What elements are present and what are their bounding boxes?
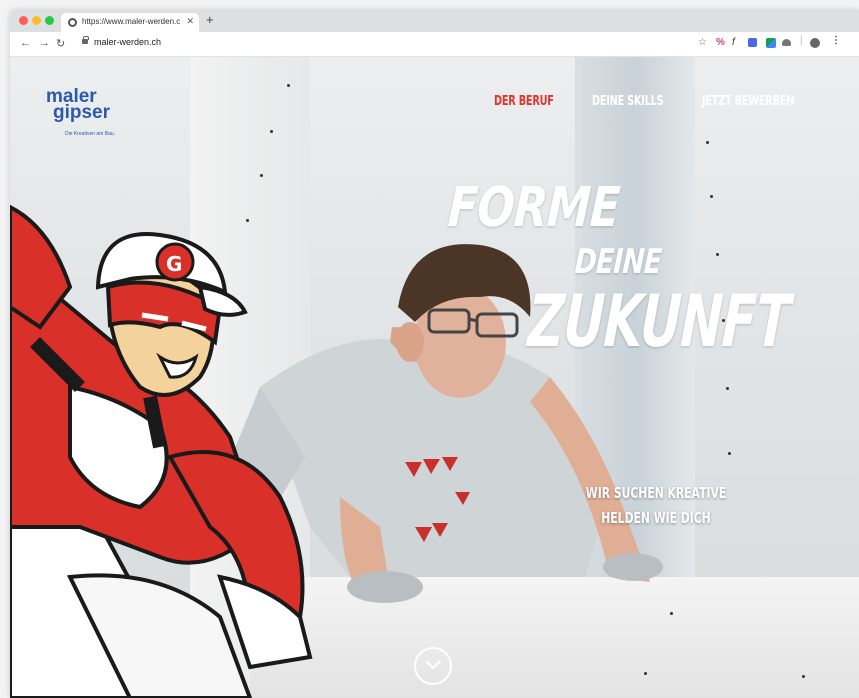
browser-window: https://www.maler-werden.ch ✕ + ← → ↻ ma… (10, 10, 859, 698)
extension-drive-icon[interactable] (766, 38, 776, 48)
headline-forme: FORME (446, 175, 622, 239)
menu-kebab-icon[interactable]: ⋮ (831, 35, 841, 46)
scroll-down-button[interactable] (414, 647, 452, 685)
logo-line2: gipser (53, 102, 111, 123)
nav-der-beruf[interactable]: DER BERUF (494, 93, 554, 109)
logo-tagline: Die Kreativen am Bau. (65, 131, 116, 137)
extension-pink-icon[interactable]: % (716, 37, 725, 48)
nav-jetzt-bewerben[interactable]: JETZT BEWERBEN (702, 93, 794, 109)
hero-subline-1: WIR SUCHEN KREATIVE (585, 484, 727, 502)
reload-icon[interactable]: ↻ (56, 37, 65, 50)
new-tab-icon[interactable]: + (206, 12, 214, 27)
lock-icon (82, 36, 89, 44)
profile-avatar-icon[interactable] (810, 38, 820, 48)
cloud-icon[interactable] (782, 39, 791, 46)
url-text: maler-werden.ch (94, 37, 162, 47)
svg-text:G: G (166, 252, 182, 276)
superhero-mascot: G (10, 204, 313, 698)
globe-icon (68, 18, 77, 27)
close-window-button[interactable] (19, 16, 28, 25)
address-bar[interactable]: maler-werden.ch (74, 35, 614, 52)
bookmark-star-icon[interactable]: ☆ (698, 37, 707, 48)
back-icon[interactable]: ← (20, 37, 31, 49)
browser-toolbar: ← → ↻ maler-werden.ch ☆ % f | ⋮ (10, 32, 859, 57)
headline-zukunft: ZUKUNFT (525, 279, 792, 363)
browser-tab[interactable]: https://www.maler-werden.ch ✕ (61, 13, 199, 32)
tab-strip: https://www.maler-werden.ch ✕ + (10, 10, 859, 32)
headline-deine: DEINE (573, 242, 663, 282)
extension-font-icon[interactable]: f (732, 37, 735, 48)
webpage: G maler gipser Die Kreativen am Bau. DER… (10, 57, 859, 698)
minimize-window-button[interactable] (32, 16, 41, 25)
forward-icon[interactable]: → (39, 37, 50, 49)
nav-deine-skills[interactable]: DEINE SKILLS (592, 93, 664, 109)
extension-blue-icon[interactable] (748, 38, 757, 47)
hero-subline-2: HELDEN WIE DICH (601, 509, 711, 527)
toolbar-divider: | (800, 35, 803, 46)
maximize-window-button[interactable] (45, 16, 54, 25)
chevron-down-icon (425, 660, 441, 670)
tab-title: https://www.maler-werden.ch (82, 17, 180, 26)
tab-close-icon[interactable]: ✕ (186, 16, 194, 27)
